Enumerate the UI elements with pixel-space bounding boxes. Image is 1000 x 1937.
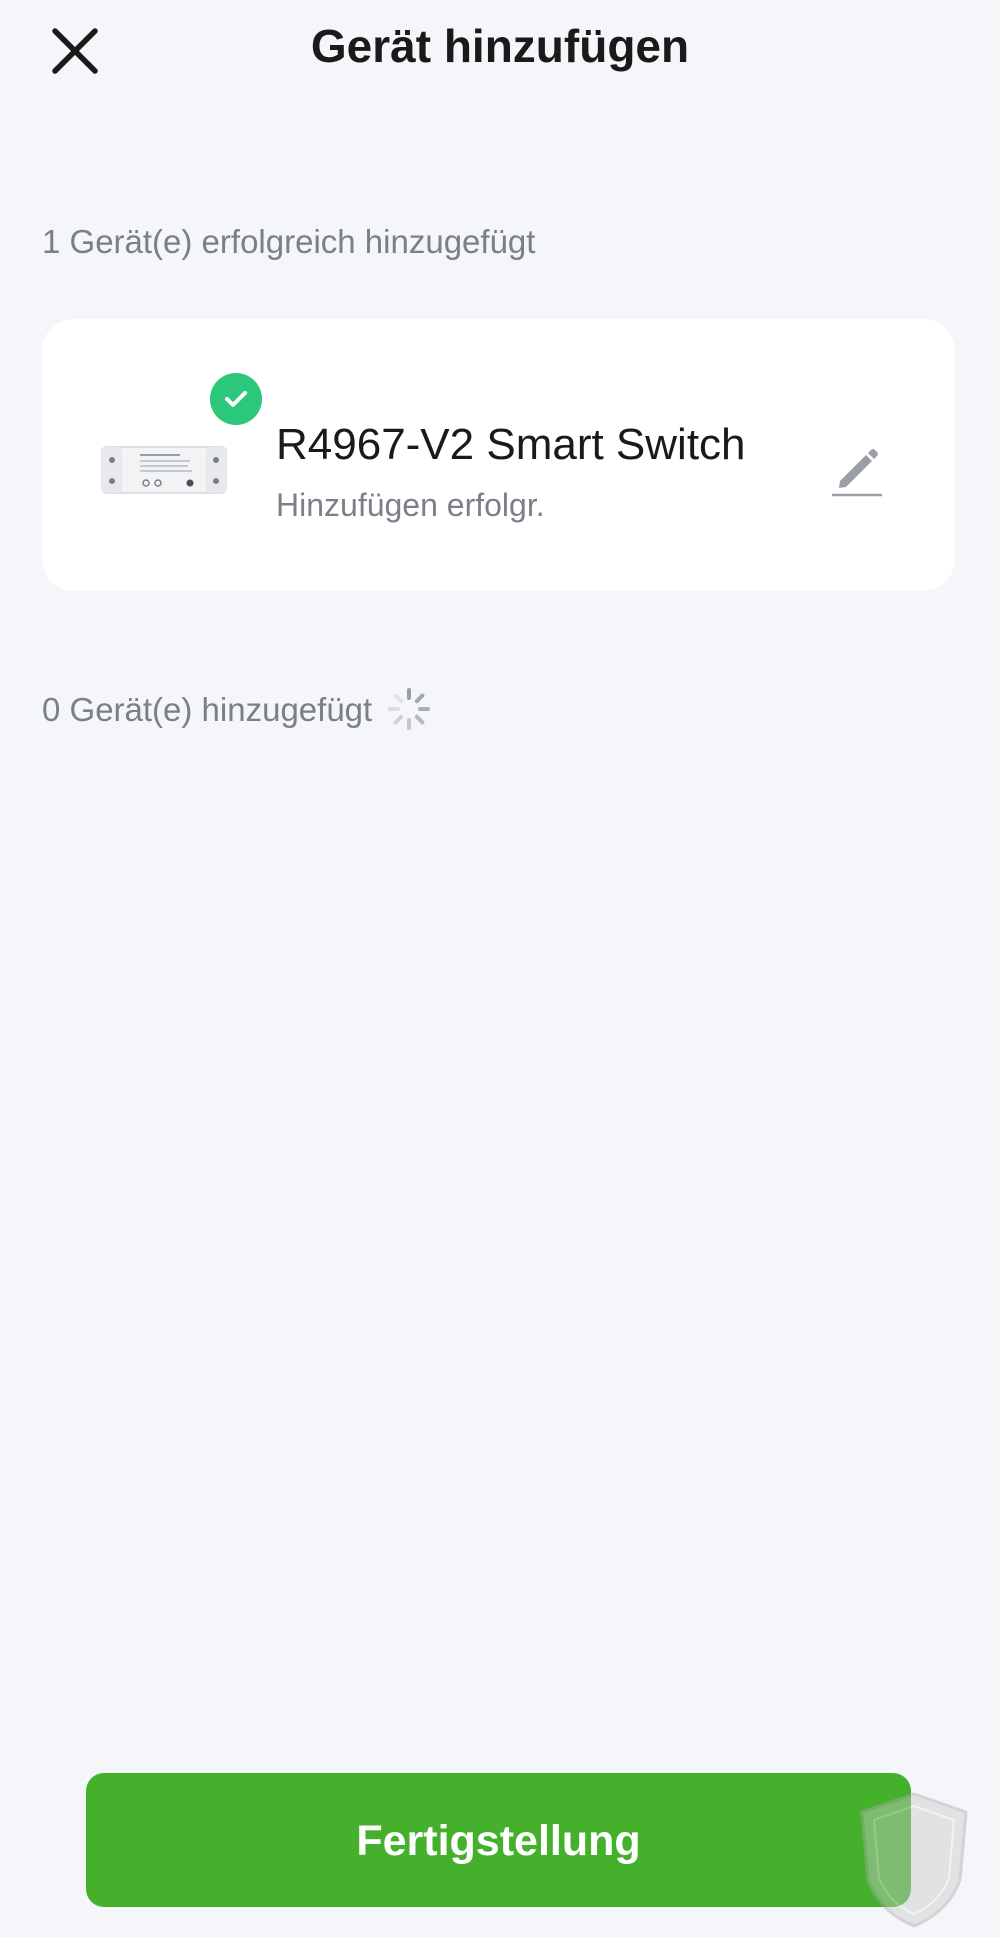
edit-device-name-button[interactable] [828, 441, 886, 499]
header: Gerät hinzufügen [0, 0, 1000, 95]
check-circle-icon [210, 373, 262, 425]
smart-switch-device-image [100, 441, 228, 499]
pencil-icon [832, 449, 882, 497]
loading-spinner-icon [386, 686, 432, 732]
device-name: R4967-V2 Smart Switch [276, 420, 746, 469]
device-card[interactable]: R4967-V2 Smart Switch Hinzufügen erfolgr… [42, 319, 955, 591]
device-status: Hinzufügen erfolgr. [276, 487, 545, 523]
page-title: Gerät hinzufügen [310, 20, 690, 72]
success-count-label: 1 Gerät(e) erfolgreich hinzugefügt [42, 223, 536, 260]
pending-count-label: 0 Gerät(e) hinzugefügt [42, 691, 373, 728]
watermark-logo [856, 1790, 972, 1930]
done-button[interactable]: Fertigstellung [86, 1773, 911, 1907]
